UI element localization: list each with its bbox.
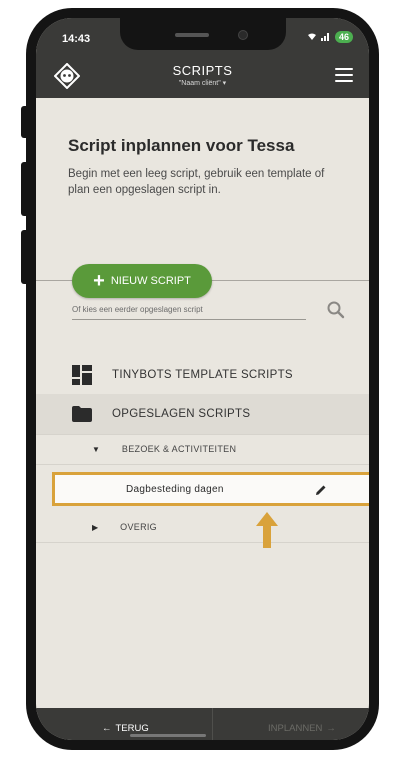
intro-text: Begin met een leeg script, gebruik een t… (68, 168, 325, 196)
phone-screen: 14:43 46 SCRIPTS "Naam cliënt" ▾ Script … (36, 18, 369, 740)
search-input[interactable] (72, 305, 306, 318)
new-script-label: NIEUW SCRIPT (110, 275, 191, 287)
category-row[interactable]: ▼ BEZOEK & ACTIVITEITEN (36, 434, 369, 464)
client-selector[interactable]: "Naam cliënt" ▾ (36, 79, 369, 87)
back-button[interactable]: ← TERUG (102, 723, 149, 734)
arrow-right-icon: → (326, 723, 336, 734)
saved-scripts-row[interactable]: OPGESLAGEN SCRIPTS (36, 394, 369, 434)
back-label: TERUG (115, 723, 149, 734)
folder-icon (72, 406, 92, 422)
divider (36, 542, 369, 543)
camera-notch (120, 18, 286, 50)
schedule-button[interactable]: INPLANNEN → (268, 723, 336, 734)
category-label: OVERIG (120, 522, 157, 532)
caret-right-icon: ▶ (92, 522, 99, 532)
search-field[interactable] (72, 299, 306, 320)
app-bar: SCRIPTS "Naam cliënt" ▾ (36, 54, 369, 98)
phone-frame: 14:43 46 SCRIPTS "Naam cliënt" ▾ Script … (26, 8, 379, 750)
hamburger-menu-icon[interactable] (335, 68, 353, 82)
schedule-heading: Script inplannen voor Tessa (68, 136, 295, 155)
schedule-label: INPLANNEN (268, 723, 323, 734)
caret-down-icon: ▼ (92, 444, 100, 454)
pencil-icon[interactable] (315, 483, 327, 495)
script-name: Dagbesteding dagen (126, 483, 224, 495)
wifi-icon (307, 32, 317, 43)
arrow-left-icon: ← (102, 723, 112, 734)
status-icons: 46 (307, 31, 353, 43)
category-row[interactable]: ▶ OVERIG (36, 512, 369, 542)
home-indicator (130, 734, 206, 737)
new-script-button[interactable]: + NIEUW SCRIPT (72, 264, 212, 298)
page-title: SCRIPTS (172, 63, 233, 78)
status-time: 14:43 (62, 33, 91, 45)
signal-icon (320, 32, 331, 43)
battery-indicator: 46 (334, 31, 353, 43)
front-camera-icon (238, 30, 248, 40)
saved-scripts-label: OPGESLAGEN SCRIPTS (112, 408, 251, 420)
footer-divider (212, 708, 213, 740)
search-icon[interactable] (326, 300, 346, 320)
category-label: BEZOEK & ACTIVITEITEN (121, 444, 237, 454)
divider (36, 464, 369, 465)
speaker-icon (175, 33, 209, 37)
script-row[interactable]: Dagbesteding dagen (36, 472, 369, 506)
plus-icon: + (93, 270, 105, 292)
grid-icon (72, 365, 92, 385)
templates-label: TINYBOTS TEMPLATE SCRIPTS (112, 369, 293, 381)
pointer-arrow-icon (256, 512, 278, 548)
templates-row[interactable]: TINYBOTS TEMPLATE SCRIPTS (36, 356, 369, 394)
